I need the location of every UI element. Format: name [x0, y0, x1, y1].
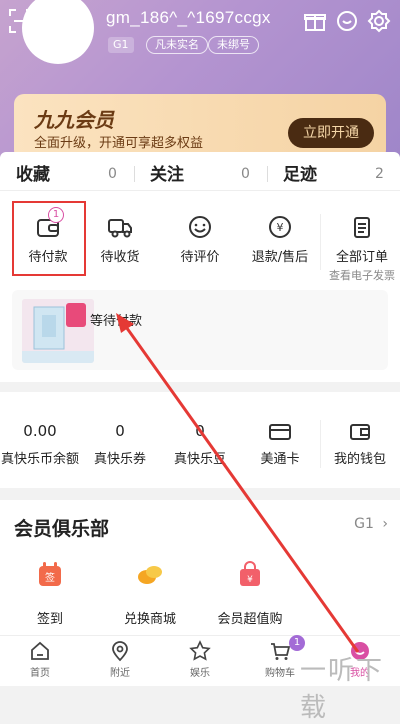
smile-icon [189, 216, 211, 238]
watermark: 一听下载 [300, 656, 385, 723]
coupons-value: 0 [115, 422, 125, 440]
egg-icon [138, 566, 162, 584]
card-icon [269, 424, 291, 440]
club-member-deals[interactable]: ¥ 会员超值购 [200, 560, 300, 627]
beans-value: 0 [195, 422, 205, 440]
meitong-card[interactable]: 美通卡 [240, 422, 320, 467]
pending-payment-badge: 1 [48, 207, 64, 223]
star-icon [189, 640, 211, 661]
stat-divider [134, 166, 135, 182]
pending-order-card[interactable]: 等待付款 [12, 290, 388, 370]
not-linked-tag[interactable]: 未绑号 [208, 36, 259, 54]
product-thumbnail [22, 299, 94, 363]
member-club-level-text: G1 [354, 516, 374, 532]
unverified-tag[interactable]: 凡未实名 [146, 36, 208, 54]
svg-text:¥: ¥ [277, 221, 284, 234]
club-checkin[interactable]: 签 签到 [0, 560, 100, 627]
member-club-level[interactable]: G1 › [354, 516, 388, 532]
tab-nearby-label: 附近 [110, 668, 130, 679]
coin-balance-label: 真快乐币余额 [0, 452, 79, 467]
club-member-deals-label: 会员超值购 [217, 612, 283, 627]
coin-balance-value: 0.00 [23, 422, 57, 440]
favorites-label[interactable]: 收藏 [16, 160, 50, 185]
order-refund-label: 退款/售后 [251, 250, 309, 265]
svg-text:¥: ¥ [247, 575, 253, 585]
order-pending-payment-label: 待付款 [28, 250, 68, 265]
shopping-bag-icon: ¥ [240, 561, 260, 586]
vip-subtitle: 全面升级，开通可享超多权益 [34, 136, 204, 151]
club-exchange-mall[interactable]: 兑换商城 [100, 560, 200, 627]
club-checkin-label: 签到 [36, 612, 63, 627]
stat-divider [267, 166, 268, 182]
avatar[interactable] [22, 0, 94, 64]
header-actions [302, 8, 392, 34]
beans-label: 真快乐豆 [173, 452, 226, 467]
gift-icon[interactable] [302, 8, 328, 34]
settings-icon[interactable] [366, 8, 392, 34]
my-wallet[interactable]: 我的钱包 [320, 422, 400, 467]
view-invoice-link[interactable]: 查看电子发票 [324, 267, 400, 283]
all-orders-label: 全部订单 [335, 250, 388, 265]
following-label[interactable]: 关注 [150, 160, 184, 185]
member-club-title: 会员俱乐部 [14, 518, 110, 540]
tab-home[interactable]: 首页 [0, 640, 80, 679]
footprint-count: 2 [375, 166, 384, 182]
username: gm_186^_^1697ccgx [106, 8, 271, 27]
svg-text:签: 签 [45, 571, 55, 584]
orders-divider [320, 214, 321, 270]
order-pending-payment[interactable]: 待付款 [10, 212, 86, 276]
product-image [22, 299, 94, 363]
coupons-label: 真快乐券 [93, 452, 146, 467]
location-icon [112, 641, 128, 662]
tab-entertainment[interactable]: 娱乐 [160, 640, 240, 679]
vip-title: 九九会员 [34, 108, 114, 132]
following-count: 0 [241, 166, 250, 182]
calendar-icon: 签 [39, 562, 61, 586]
order-to-review-label: 待评价 [180, 250, 220, 265]
message-icon[interactable] [334, 8, 360, 34]
cart-badge: 1 [289, 635, 305, 651]
clipboard-icon [354, 217, 370, 238]
home-icon [31, 641, 49, 660]
truck-icon [108, 219, 132, 238]
order-to-receive-label: 待收货 [100, 250, 140, 265]
my-wallet-label: 我的钱包 [333, 452, 386, 467]
section-divider [0, 190, 400, 191]
coin-balance[interactable]: 0.00 真快乐币余额 [0, 422, 80, 467]
order-refund[interactable]: ¥ 退款/售后 [240, 212, 320, 276]
beans[interactable]: 0 真快乐豆 [160, 422, 240, 467]
tab-nearby[interactable]: 附近 [80, 640, 160, 679]
chevron-right-icon: › [382, 516, 388, 532]
footprint-label[interactable]: 足迹 [283, 160, 317, 185]
level-badge: G1 [108, 37, 134, 53]
vip-open-button[interactable]: 立即开通 [288, 118, 374, 148]
club-exchange-mall-label: 兑换商城 [123, 612, 176, 627]
meitong-card-label: 美通卡 [260, 452, 300, 467]
tab-entertainment-label: 娱乐 [190, 668, 210, 679]
cart-icon [271, 643, 291, 660]
refund-icon: ¥ [269, 216, 291, 238]
order-to-review[interactable]: 待评价 [162, 212, 238, 276]
pending-order-status: 等待付款 [90, 314, 143, 329]
coupons[interactable]: 0 真快乐券 [80, 422, 160, 467]
favorites-count: 0 [108, 166, 117, 182]
wallet-icon [350, 424, 370, 440]
all-orders[interactable]: 全部订单 查看电子发票 [324, 212, 400, 282]
tab-home-label: 首页 [30, 668, 50, 679]
order-to-receive[interactable]: 待收货 [82, 212, 158, 276]
vip-membership-card[interactable]: 九九会员 全面升级，开通可享超多权益 立即开通 [14, 94, 386, 160]
